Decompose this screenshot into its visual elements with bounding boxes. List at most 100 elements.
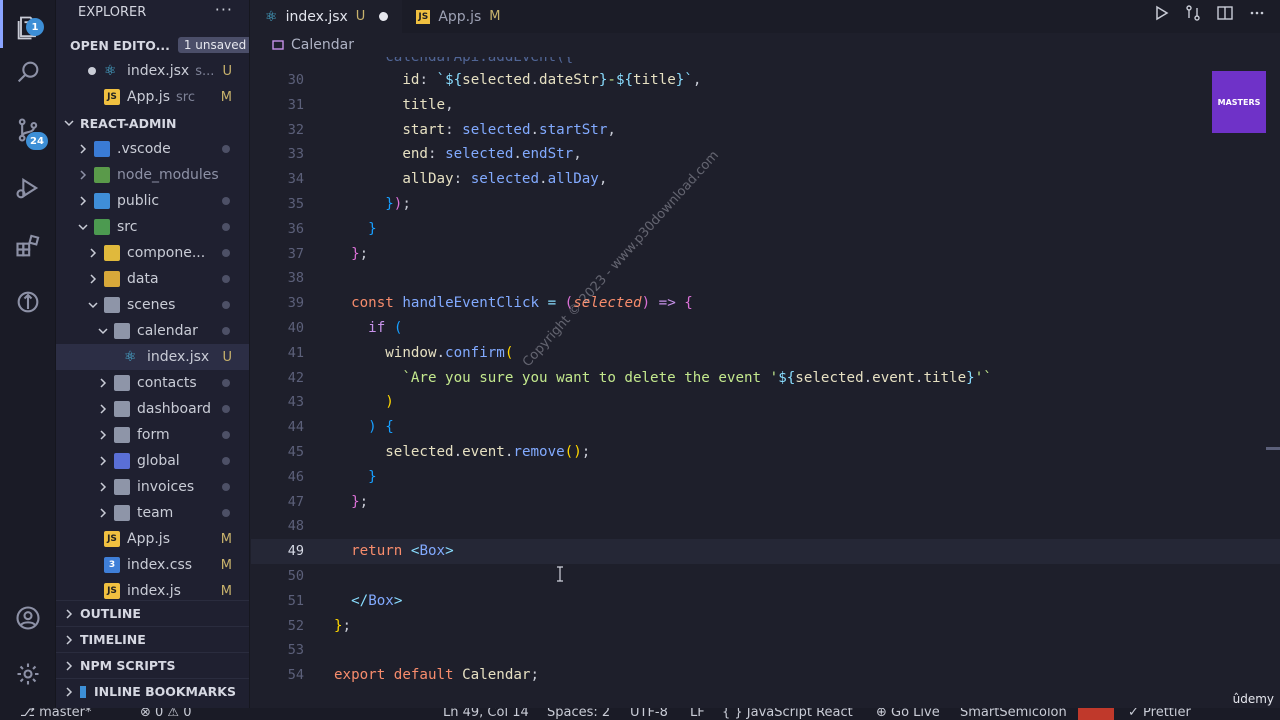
run-debug-icon[interactable]: [0, 160, 56, 216]
js-file-icon: JS: [416, 9, 431, 24]
open-editor-item[interactable]: ⚛ index.jsx s... U: [56, 58, 249, 84]
line-number: 35: [287, 195, 304, 212]
chevron-right-icon: [100, 404, 107, 414]
tree-item-vscode[interactable]: .vscode: [56, 136, 249, 162]
tree-item-scenes[interactable]: scenes: [56, 292, 249, 318]
code-line: 54 export default Calendar;: [251, 663, 1280, 688]
tree-item-team[interactable]: team: [56, 500, 249, 526]
outline-section[interactable]: OUTLINE: [56, 600, 249, 626]
tree-item-node-modules[interactable]: node_modules: [56, 162, 249, 188]
encoding[interactable]: UTF-8: [630, 708, 668, 720]
search-icon[interactable]: [0, 44, 56, 100]
smart-semicolon[interactable]: SmartSemicolon: [960, 708, 1067, 720]
inline-bookmarks-section[interactable]: INLINE BOOKMARKS: [56, 678, 249, 704]
more-actions-icon[interactable]: ···: [215, 0, 233, 19]
line-number: 39: [287, 295, 304, 312]
prettier-status[interactable]: ✓ Prettier: [1128, 708, 1191, 720]
tree-item-data[interactable]: data: [56, 266, 249, 292]
code-line: 40 if (: [251, 316, 1280, 341]
tree-item-index-css[interactable]: 3 index.css M: [56, 552, 249, 578]
unsaved-dot-icon[interactable]: [379, 12, 389, 21]
folder-icon: [114, 323, 130, 339]
compare-changes-icon[interactable]: [1184, 4, 1202, 22]
open-editors-section[interactable]: OPEN EDITO... 1 unsaved: [56, 32, 249, 58]
source-control-icon[interactable]: 24: [0, 102, 56, 158]
status-dot: [222, 301, 230, 309]
more-actions-icon[interactable]: [1248, 4, 1266, 22]
line-number: 54: [287, 667, 304, 684]
remote-explorer-icon[interactable]: [0, 274, 56, 330]
language-mode[interactable]: { } JavaScript React: [722, 708, 853, 720]
tree-item-label: .vscode: [117, 141, 171, 157]
tree-item-label: App.js: [127, 531, 170, 547]
line-ending[interactable]: LF: [690, 708, 705, 720]
status-dot: [222, 249, 230, 257]
code-text: calendarApi.addEvent({: [334, 57, 574, 66]
tab-git-status: M: [489, 9, 501, 24]
tree-item-global[interactable]: global: [56, 448, 249, 474]
timeline-label: TIMELINE: [80, 632, 146, 647]
tree-item-src[interactable]: src: [56, 214, 249, 240]
line-number: 31: [287, 96, 304, 113]
tree-item-label: form: [137, 427, 170, 443]
editor-actions: [1152, 4, 1266, 22]
js-file-icon: JS: [104, 531, 120, 547]
split-editor-icon[interactable]: [1216, 4, 1234, 22]
copilot-icon[interactable]: [1078, 708, 1114, 720]
timeline-section[interactable]: TIMELINE: [56, 626, 249, 652]
outline-label: OUTLINE: [80, 606, 141, 621]
chevron-right-icon: [80, 144, 87, 154]
masters-logo: MASTERS: [1212, 71, 1266, 133]
public-folder-icon: [94, 193, 110, 209]
code-text: }: [368, 468, 377, 485]
chevron-right-icon: [66, 634, 73, 645]
go-live-button[interactable]: ⊕ Go Live: [876, 708, 940, 720]
status-dot: [222, 457, 230, 465]
explorer-badge: 1: [26, 18, 44, 36]
open-editor-item[interactable]: JS App.js src M: [56, 84, 249, 110]
react-file-icon: ⚛: [265, 8, 278, 25]
status-dot: [222, 223, 230, 231]
tree-item-app-js[interactable]: JS App.js M: [56, 526, 249, 552]
code-editor[interactable]: calendarApi.addEvent({ 30 id: `${selecte…: [251, 57, 1280, 695]
tree-item-components[interactable]: compone...: [56, 240, 249, 266]
tree-item-calendar[interactable]: calendar: [56, 318, 249, 344]
project-section[interactable]: REACT-ADMIN: [56, 110, 249, 136]
tab-app-js[interactable]: JS App.js M: [402, 0, 514, 33]
tree-item-public[interactable]: public: [56, 188, 249, 214]
folder-icon: [114, 375, 130, 391]
indentation[interactable]: Spaces: 2: [547, 708, 610, 720]
git-status: U: [222, 349, 232, 365]
tab-index-jsx[interactable]: ⚛ index.jsx U: [251, 0, 403, 33]
src-folder-icon: [94, 219, 110, 235]
account-icon[interactable]: [0, 590, 56, 646]
tree-item-contacts[interactable]: contacts: [56, 370, 249, 396]
extensions-icon[interactable]: [0, 218, 56, 274]
run-icon[interactable]: [1152, 4, 1170, 22]
tree-item-form[interactable]: form: [56, 422, 249, 448]
scrollbar-marker[interactable]: [1266, 447, 1280, 450]
components-folder-icon: [104, 245, 120, 261]
line-number: 47: [287, 493, 304, 510]
npm-scripts-section[interactable]: NPM SCRIPTS: [56, 652, 249, 678]
tree-item-label: compone...: [127, 245, 206, 261]
status-dot: [222, 509, 230, 517]
code-line: 52 };: [251, 613, 1280, 638]
line-number: 43: [287, 394, 304, 411]
cursor-position[interactable]: Ln 49, Col 14: [443, 708, 529, 720]
line-number: 41: [287, 344, 304, 361]
settings-gear-icon[interactable]: [0, 646, 56, 702]
branch-indicator[interactable]: ⎇ master*: [20, 708, 91, 720]
code-line: 32 start: selected.startStr,: [251, 117, 1280, 142]
tree-item-dashboard[interactable]: dashboard: [56, 396, 249, 422]
tree-item-invoices[interactable]: invoices: [56, 474, 249, 500]
activity-bar: 1 24: [0, 0, 56, 710]
problems-indicator[interactable]: ⊗ 0 ⚠ 0: [140, 708, 192, 720]
tree-item-index-jsx[interactable]: ⚛ index.jsx U: [56, 344, 249, 370]
line-number: 44: [287, 419, 304, 436]
symbol-icon: [272, 40, 284, 50]
tab-git-status: U: [355, 9, 366, 24]
code-text: id: `${selected.dateStr}-${title}`,: [402, 71, 702, 88]
breadcrumb[interactable]: Calendar: [251, 33, 1280, 57]
code-text: };: [351, 245, 369, 262]
